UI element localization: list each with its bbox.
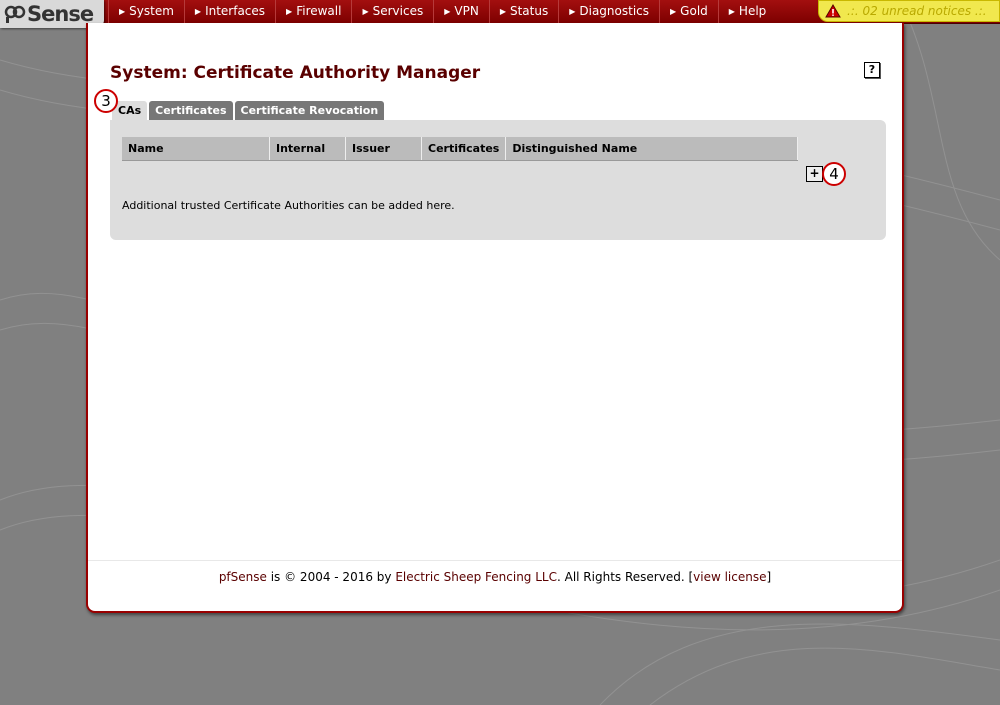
footer: pfSense is © 2004 - 2016 by Electric She… [88,570,902,584]
footer-rights: . All Rights Reserved. [ [556,570,694,584]
menu-services[interactable]: ▶ Services [351,0,433,23]
footer-divider [88,560,902,561]
menu-firewall[interactable]: ▶ Firewall [275,0,351,23]
footer-text: is © 2004 - 2016 by [266,570,396,584]
menu-arrow-icon: ▶ [119,7,126,16]
tab-bar: CAs Certificates Certificate Revocation [112,101,386,120]
help-icon[interactable]: ? [864,62,880,78]
add-ca-button[interactable]: + [806,166,823,182]
column-certificates[interactable]: Certificates [421,137,507,161]
table-header-row: Name Internal Issuer Certificates Distin… [122,137,798,161]
tab-certificates[interactable]: Certificates [149,101,233,120]
footer-company-link[interactable]: Electric Sheep Fencing LLC [395,570,557,584]
top-navigation-bar: Sense ▶ System ▶ Interfaces ▶ Firewall ▶ Ser… [0,0,1000,28]
menu-arrow-icon: ▶ [728,7,735,16]
page-title: System: Certificate Authority Manager [110,63,481,83]
logo-mark-icon [4,5,26,23]
menu-arrow-icon: ▶ [670,7,677,16]
main-menu: ▶ System ▶ Interfaces ▶ Firewall ▶ Services … [108,0,776,23]
info-text: Additional trusted Certificate Authoriti… [122,199,455,212]
annotation-marker-4: 4 [822,162,846,186]
main-panel: System: Certificate Authority Manager ? … [86,23,904,613]
annotation-marker-3: 3 [94,89,118,113]
menu-vpn[interactable]: ▶ VPN [433,0,489,23]
column-name[interactable]: Name [122,137,270,161]
menu-help[interactable]: ▶ Help [717,0,777,23]
menu-diagnostics[interactable]: ▶ Diagnostics [558,0,659,23]
column-issuer[interactable]: Issuer [345,137,422,161]
unread-notices-banner[interactable]: .:. 02 unread notices .:. [818,0,1000,22]
footer-close: ] [766,570,772,584]
menu-arrow-icon: ▶ [286,7,293,16]
ca-content-box: Name Internal Issuer Certificates Distin… [110,120,886,240]
menu-arrow-icon: ▶ [362,7,369,16]
ca-table: Name Internal Issuer Certificates Distin… [122,137,798,161]
column-internal[interactable]: Internal [269,137,346,161]
menu-system[interactable]: ▶ System [108,0,184,23]
tab-certificate-revocation[interactable]: Certificate Revocation [234,101,385,120]
menu-interfaces[interactable]: ▶ Interfaces [183,0,275,23]
menu-arrow-icon: ▶ [569,7,576,16]
footer-product-link[interactable]: pfSense [219,570,267,584]
menu-status[interactable]: ▶ Status [488,0,558,23]
notice-text: .:. 02 unread notices .:. [847,4,987,18]
menu-arrow-icon: ▶ [194,7,202,16]
warning-icon [825,4,841,18]
view-license-link[interactable]: view license [693,570,766,584]
logo-text: Sense [27,1,94,26]
menu-arrow-icon: ▶ [499,7,506,16]
column-distinguished-name[interactable]: Distinguished Name [505,137,798,161]
menu-arrow-icon: ▶ [444,7,451,16]
menu-gold[interactable]: ▶ Gold [659,0,718,23]
